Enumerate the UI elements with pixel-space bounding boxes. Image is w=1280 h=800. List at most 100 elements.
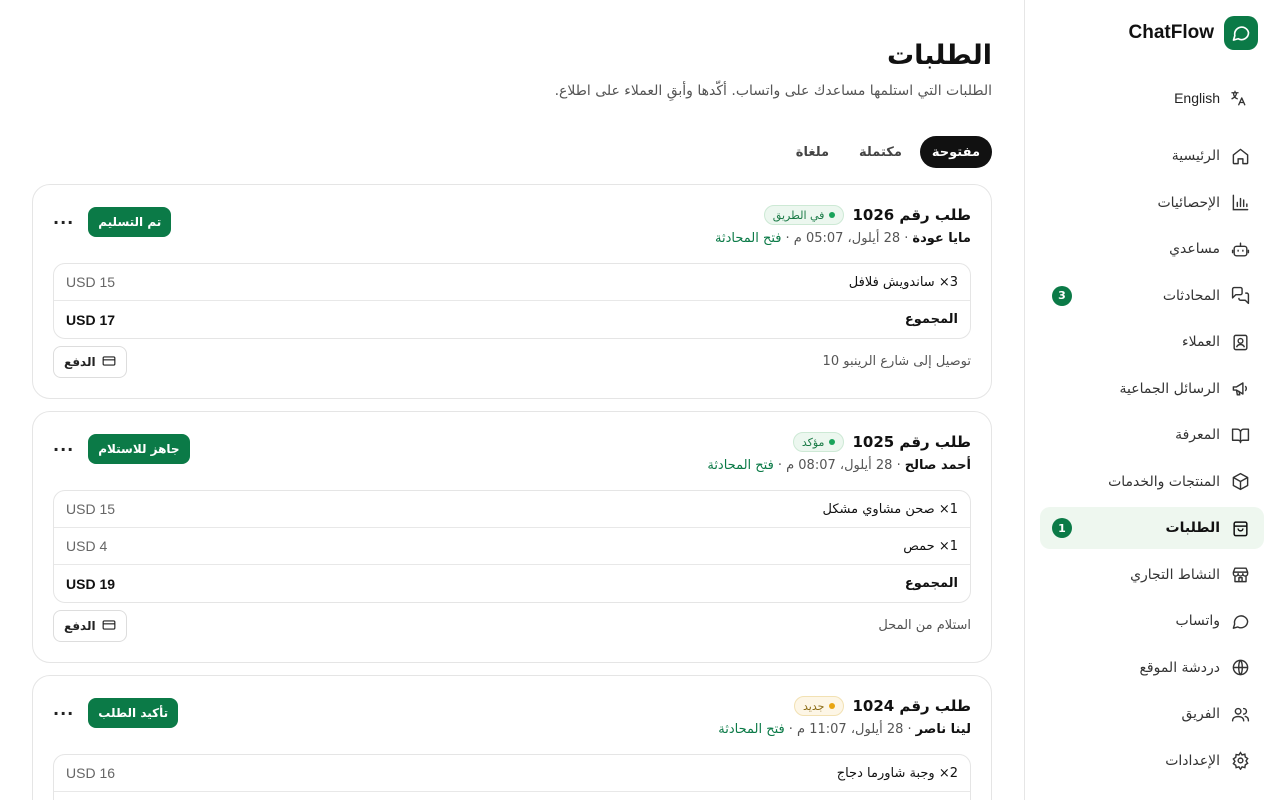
home-icon xyxy=(1230,146,1250,166)
page-subtitle: الطلبات التي استلمها مساعدك على واتساب. … xyxy=(554,83,992,99)
store-icon xyxy=(1230,565,1250,585)
brand-name: ChatFlow xyxy=(1128,22,1215,43)
item-name: 1× صحن مشاوي مشكل xyxy=(822,501,958,517)
tab-cancelled[interactable]: ملغاة xyxy=(784,136,841,168)
open-chat-link[interactable]: فتح المحادثة xyxy=(718,722,784,737)
customer-name: أحمد صالح xyxy=(904,458,971,473)
bar-chart-icon xyxy=(1230,193,1250,213)
sidebar-item-business[interactable]: النشاط التجاري xyxy=(1040,554,1264,596)
tab-open[interactable]: مفتوحة xyxy=(919,136,992,168)
more-options-button[interactable]: ··· xyxy=(53,213,74,232)
list-item: 2× وجبة شاورما دجاج USD 16 xyxy=(54,755,970,792)
order-card: طلب رقم 1025 مؤكد أحمد صالح · 28 أيلول، … xyxy=(32,411,992,663)
tab-completed[interactable]: مكتملة xyxy=(847,136,914,168)
main-content: الطلبات الطلبات التي استلمها مساعدك على … xyxy=(0,0,1024,800)
total-row: المجموع USD 17 xyxy=(54,301,970,338)
payment-label: الدفع xyxy=(64,619,96,633)
item-price: USD 15 xyxy=(66,274,116,290)
order-card: طلب رقم 1026 في الطريق مايا عودة · 28 أي… xyxy=(32,184,992,399)
status-dot-icon xyxy=(829,212,836,218)
more-options-button[interactable]: ··· xyxy=(53,704,74,723)
team-icon xyxy=(1230,704,1250,724)
total-label: المجموع xyxy=(904,312,958,327)
card-icon xyxy=(102,354,116,371)
globe-icon xyxy=(1230,658,1250,678)
open-chat-link[interactable]: فتح المحادثة xyxy=(715,231,781,246)
payment-label: الدفع xyxy=(64,355,96,369)
book-icon xyxy=(1230,425,1250,445)
payment-button[interactable]: الدفع xyxy=(53,346,127,378)
sidebar-item-label: واتساب xyxy=(1175,613,1220,629)
sidebar-item-webchat[interactable]: دردشة الموقع xyxy=(1040,647,1264,689)
shopping-bag-icon xyxy=(1230,518,1250,538)
order-meta: مايا عودة · 28 أيلول، 05:07 م · فتح المح… xyxy=(715,231,971,246)
sidebar-item-broadcasts[interactable]: الرسائل الجماعية xyxy=(1040,368,1264,410)
brand[interactable]: ChatFlow xyxy=(1128,16,1258,50)
chat-icon xyxy=(1230,286,1250,306)
unread-badge: 3 xyxy=(1052,285,1072,306)
sidebar-item-home[interactable]: الرئيسية xyxy=(1040,135,1264,177)
sidebar-item-stats[interactable]: الإحصائيات xyxy=(1040,182,1264,224)
sidebar-item-label: الرسائل الجماعية xyxy=(1119,380,1220,397)
order-card: طلب رقم 1024 جديد لينا ناصر · 28 أيلول، … xyxy=(32,675,992,800)
total-value: USD 19 xyxy=(66,575,116,592)
sidebar-item-label: دردشة الموقع xyxy=(1139,659,1220,676)
sidebar-item-label: الرئيسية xyxy=(1171,148,1220,164)
status-dot-icon xyxy=(829,439,836,445)
sidebar-item-label: مساعدي xyxy=(1169,241,1220,257)
sidebar-item-conversations[interactable]: المحادثات 3 xyxy=(1040,275,1264,317)
list-item: 1× صحن مشاوي مشكل USD 15 xyxy=(54,491,970,528)
list-item xyxy=(54,792,970,800)
sidebar-item-orders[interactable]: الطلبات 1 xyxy=(1040,507,1264,549)
box-icon xyxy=(1230,472,1250,492)
total-value: USD 17 xyxy=(66,311,116,328)
mark-delivered-button[interactable]: تم التسليم xyxy=(88,207,172,237)
list-item: 3× ساندويش فلافل USD 15 xyxy=(54,264,970,301)
more-options-button[interactable]: ··· xyxy=(53,440,74,459)
item-price: USD 15 xyxy=(66,501,116,517)
status-badge: مؤكد xyxy=(792,432,845,452)
item-name: 2× وجبة شاورما دجاج xyxy=(836,765,958,781)
sidebar-item-team[interactable]: الفريق xyxy=(1040,693,1264,735)
open-chat-link[interactable]: فتح المحادثة xyxy=(707,458,773,473)
gear-icon xyxy=(1230,751,1250,771)
customer-name: لينا ناصر xyxy=(915,722,971,737)
order-footer: توصيل إلى شارع الرينبو 10 الدفع xyxy=(53,346,971,378)
order-header: طلب رقم 1024 جديد لينا ناصر · 28 أيلول، … xyxy=(53,696,971,742)
sidebar-item-label: الفريق xyxy=(1181,706,1220,722)
language-switch[interactable]: English xyxy=(1174,88,1248,108)
order-items: 2× وجبة شاورما دجاج USD 16 xyxy=(53,754,971,800)
payment-button[interactable]: الدفع xyxy=(53,610,127,642)
sidebar-item-products[interactable]: المنتجات والخدمات xyxy=(1040,461,1264,503)
delivery-info: توصيل إلى شارع الرينبو 10 xyxy=(822,354,971,369)
order-header: طلب رقم 1025 مؤكد أحمد صالح · 28 أيلول، … xyxy=(53,432,971,478)
translate-icon xyxy=(1228,88,1248,108)
megaphone-icon xyxy=(1230,379,1250,399)
ready-for-pickup-button[interactable]: جاهز للاستلام xyxy=(88,434,190,464)
order-items: 1× صحن مشاوي مشكل USD 15 1× حمص USD 4 ال… xyxy=(53,490,971,603)
order-title: طلب رقم 1024 xyxy=(852,697,971,715)
sidebar-item-knowledge[interactable]: المعرفة xyxy=(1040,414,1264,456)
sidebar-item-label: المنتجات والخدمات xyxy=(1108,473,1220,490)
order-title: طلب رقم 1025 xyxy=(852,433,971,451)
sidebar-item-label: العملاء xyxy=(1182,334,1220,350)
sidebar-item-settings[interactable]: الإعدادات xyxy=(1040,740,1264,782)
sidebar: ChatFlow English الرئيسية الإحصائيات مسا… xyxy=(1024,0,1280,800)
sidebar-item-label: الإحصائيات xyxy=(1157,194,1220,211)
order-meta: أحمد صالح · 28 أيلول، 08:07 م · فتح المح… xyxy=(707,458,971,473)
language-label: English xyxy=(1174,90,1220,106)
confirm-order-button[interactable]: تأكيد الطلب xyxy=(88,698,179,728)
sidebar-nav: الرئيسية الإحصائيات مساعدي المحادثات 3 ا… xyxy=(1040,135,1264,786)
sidebar-item-label: النشاط التجاري xyxy=(1130,566,1220,583)
order-header: طلب رقم 1026 في الطريق مايا عودة · 28 أي… xyxy=(53,205,971,251)
sidebar-item-label: الطلبات xyxy=(1165,520,1220,536)
item-name: 1× حمص xyxy=(903,538,958,554)
sidebar-item-label: المعرفة xyxy=(1175,427,1220,443)
sidebar-item-assistant[interactable]: مساعدي xyxy=(1040,228,1264,270)
sidebar-item-customers[interactable]: العملاء xyxy=(1040,321,1264,363)
sidebar-item-label: الإعدادات xyxy=(1165,752,1220,769)
order-datetime: · 28 أيلول، 08:07 م · xyxy=(777,458,901,473)
status-text: في الطريق xyxy=(772,208,825,222)
contacts-icon xyxy=(1230,332,1250,352)
sidebar-item-whatsapp[interactable]: واتساب xyxy=(1040,600,1264,642)
